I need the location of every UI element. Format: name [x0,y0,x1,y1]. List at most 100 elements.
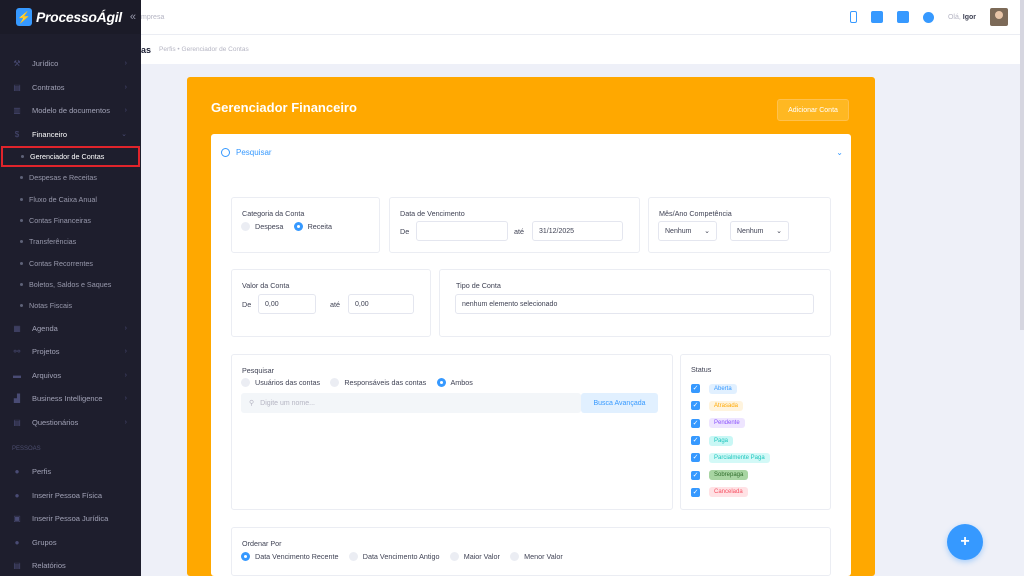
user-name: Igor [962,13,976,21]
chevron-down-icon[interactable]: ⌄ [836,148,843,157]
status-option[interactable]: ✓ Paga [691,432,830,449]
checkbox-checked-icon[interactable]: ✓ [691,487,700,497]
sidebar-sub-label: Notas Fiscais [29,301,73,311]
fab-add-button[interactable]: + [947,524,983,560]
sidebar-item-questionarios[interactable]: ▤ Questionários › [0,410,141,434]
scrollbar[interactable] [1020,0,1024,330]
calendar-icon: ▦ [13,323,21,333]
sidebar-item-contratos[interactable]: ▤ Contratos › [0,76,141,100]
sidebar-sub-fluxo-caixa[interactable]: Fluxo de Caixa Anual [0,189,141,210]
folder-icon[interactable] [870,11,883,23]
brand-name: ProcessoÁgil [36,9,122,25]
status-option[interactable]: ✓ Cancelada [691,484,830,501]
radio-label: Usuários das contas [255,378,321,388]
status-option[interactable]: ✓ Aberta [691,380,830,397]
building-icon: ▣ [13,514,21,524]
page-title: as [141,44,152,55]
radio-responsaveis[interactable] [330,378,340,388]
sidebar-item-grupos[interactable]: ● Grupos [0,530,141,554]
status-option[interactable]: ✓ Parcialmente Paga [691,449,830,466]
sidebar-item-label: Modelo de documentos [32,106,110,116]
sidebar-item-relatorios[interactable]: ▤ Relatórios [0,554,141,576]
chevron-right-icon: › [124,60,127,68]
radio-usuarios[interactable] [241,378,250,388]
radio-receita[interactable] [293,222,303,232]
sidebar-item-projetos[interactable]: ⚯ Projetos › [0,340,141,364]
valor-from-input[interactable]: 0,00 [258,294,316,314]
search-toggle[interactable]: Pesquisar [221,148,272,157]
sidebar-item-arquivos[interactable]: ▬ Arquivos › [0,363,141,387]
sidebar: ⚡ ProcessoÁgil « ⚒ Jurídico › ▤ Contratos › … [0,0,141,576]
sidebar-sub-notas-fiscais[interactable]: Notas Fiscais [0,295,141,316]
status-label: Status [691,365,712,374]
sidebar-item-label: Questionários [32,417,79,427]
sidebar-item-label: Financeiro [32,129,68,139]
sidebar-sub-boletos[interactable]: Boletos, Saldos e Saques [0,274,141,295]
sidebar-item-modelo-documentos[interactable]: ▥ Modelo de documentos › [0,99,141,123]
checkbox-checked-icon[interactable]: ✓ [691,418,700,428]
sidebar-sub-contas-recorrentes[interactable]: Contas Recorrentes [0,252,141,273]
status-badge: Atrasada [709,400,744,411]
advanced-search-button[interactable]: Busca Avançada [581,393,658,413]
status-option[interactable]: ✓ Pendente [691,415,830,432]
checkbox-checked-icon[interactable]: ✓ [691,384,700,394]
radio-menor-valor[interactable] [510,552,520,562]
sidebar-item-inserir-pf[interactable]: ● Inserir Pessoa Física [0,483,141,507]
financeiro-panel: Gerenciador Financeiro Adicionar Conta P… [187,77,875,576]
avatar[interactable] [990,8,1008,26]
chevron-right-icon: › [124,418,127,426]
add-account-button[interactable]: Adicionar Conta [777,99,849,121]
double-chevron-left-icon[interactable]: « [130,11,136,23]
sidebar-item-agenda[interactable]: ▦ Agenda › [0,316,141,340]
checkbox-checked-icon[interactable]: ✓ [691,401,700,411]
sidebar-item-juridico[interactable]: ⚒ Jurídico › [0,52,141,76]
valor-to-input[interactable]: 0,00 [348,294,414,314]
bullet-icon [20,282,23,286]
status-option[interactable]: ✓ Sobrepaga [691,466,830,483]
sidebar-item-label: Projetos [32,347,60,357]
status-badge: Aberta [709,383,737,394]
bullet-icon [21,155,24,159]
name-search-input[interactable]: ⚲ Digite um nome... [241,393,581,413]
sidebar-item-perfis[interactable]: ● Perfis [0,460,141,484]
mail-icon[interactable] [896,11,909,23]
filter-card: Pesquisar ⌄ Categoria da Conta Despesa R… [211,134,851,576]
checkbox-checked-icon[interactable]: ✓ [691,436,700,446]
radio-ambos[interactable] [436,378,446,388]
radio-vencimento-antigo[interactable] [348,552,358,562]
sidebar-item-financeiro[interactable]: $ Financeiro ⌄ [0,123,141,147]
folder-icon: ▬ [13,370,21,380]
radio-despesa[interactable] [241,222,250,232]
sidebar-sub-gerenciador-contas[interactable]: Gerenciador de Contas [1,146,140,168]
sidebar-item-label: Business Intelligence [32,394,103,404]
tipo-select[interactable]: nenhum elemento selecionado [455,294,814,314]
checkbox-checked-icon[interactable]: ✓ [691,453,700,463]
vencimento-from-input[interactable] [416,221,508,241]
year-value: Nenhum [737,227,764,235]
phone-icon[interactable] [849,11,857,23]
company-selector[interactable]: mpresa [141,14,164,21]
month-value: Nenhum [665,227,692,235]
sidebar-sub-despesas-receitas[interactable]: Despesas e Receitas [0,167,141,188]
chevron-right-icon: › [124,395,127,403]
subheader: as Perfis • Gerenciador de Contas [141,34,1024,64]
sidebar-item-label: Arquivos [32,370,62,380]
radio-label: Data Vencimento Antigo [362,552,440,562]
gear-icon[interactable] [922,11,934,23]
month-select[interactable]: Nenhum ⌄ [658,221,717,241]
chevron-right-icon: › [124,371,127,379]
checkbox-checked-icon[interactable]: ✓ [691,470,700,480]
radio-vencimento-recente[interactable] [241,552,250,562]
sidebar-sub-label: Fluxo de Caixa Anual [29,194,97,204]
vencimento-de-label: De [400,227,410,236]
status-option[interactable]: ✓ Atrasada [691,397,830,414]
sidebar-item-business-intelligence[interactable]: ▟ Business Intelligence › [0,387,141,411]
year-select[interactable]: Nenhum ⌄ [730,221,789,241]
vencimento-to-input[interactable]: 31/12/2025 [532,221,623,241]
sidebar-sub-contas-financeiras[interactable]: Contas Financeiras [0,210,141,231]
sidebar-sub-transferencias[interactable]: Transferências [0,231,141,252]
sidebar-item-inserir-pj[interactable]: ▣ Inserir Pessoa Jurídica [0,507,141,531]
questionnaire-icon: ▤ [13,417,21,427]
radio-maior-valor[interactable] [449,552,459,562]
dollar-icon: $ [14,129,20,139]
